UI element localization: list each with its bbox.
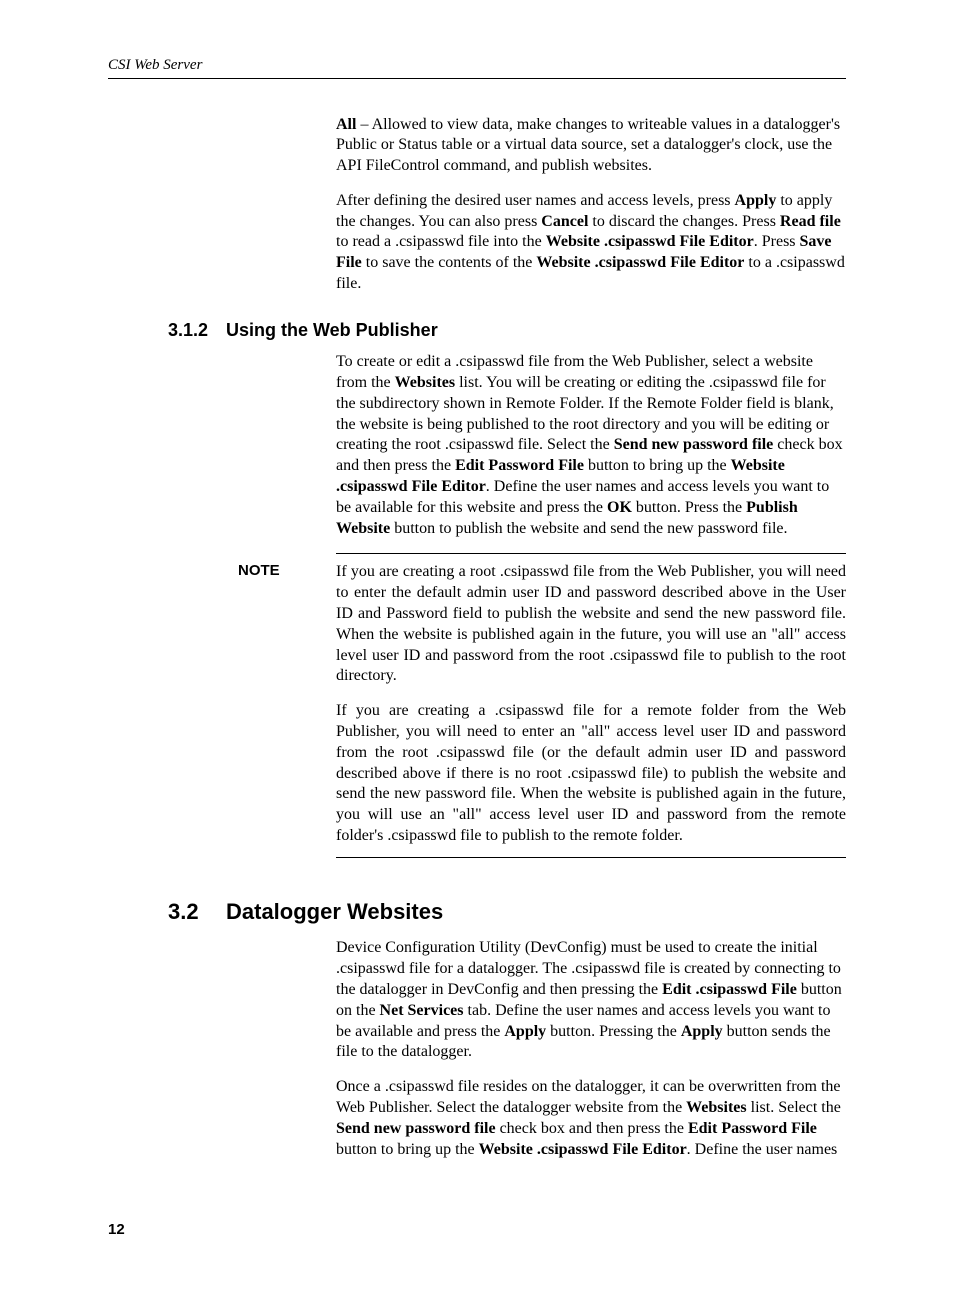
heading-number: 3.1.2 [168, 319, 226, 342]
bold-edit-file: Edit .csipasswd File [662, 981, 797, 998]
heading-title: Datalogger Websites [226, 899, 443, 924]
bold-websites: Websites [395, 374, 455, 391]
bold-edit-pwd: Edit Password File [455, 457, 584, 474]
text: check box and then press the [496, 1120, 688, 1137]
heading-number: 3.2 [168, 898, 226, 927]
bold-apply2: Apply [681, 1023, 723, 1040]
text: – Allowed to view data, make changes to … [336, 116, 840, 175]
note-paragraph-1: If you are creating a root .csipasswd fi… [336, 562, 846, 687]
bold-send-new: Send new password file [336, 1120, 496, 1137]
bold-editor: Website .csipasswd File Editor [546, 233, 754, 250]
text: to read a .csipasswd file into the [336, 233, 546, 250]
paragraph-dw2: Once a .csipasswd file resides on the da… [336, 1077, 846, 1160]
body-column: All – Allowed to view data, make changes… [336, 115, 846, 295]
body-column: To create or edit a .csipasswd file from… [336, 352, 846, 539]
text: button to bring up the [336, 1141, 479, 1158]
text: . Press [754, 233, 800, 250]
paragraph-after: After defining the desired user names an… [336, 191, 846, 295]
paragraph-web-publisher: To create or edit a .csipasswd file from… [336, 352, 846, 539]
text: button to publish the website and send t… [390, 520, 787, 537]
bold-editor: Website .csipasswd File Editor [479, 1141, 687, 1158]
note-paragraph-2: If you are creating a .csipasswd file fo… [336, 701, 846, 847]
text: . Define the user names [687, 1141, 838, 1158]
page-number: 12 [108, 1220, 846, 1240]
text: button. Pressing the [546, 1023, 681, 1040]
bold-ok: OK [607, 499, 632, 516]
running-header: CSI Web Server [108, 56, 846, 79]
paragraph-all: All – Allowed to view data, make changes… [336, 115, 846, 177]
bold-net-services: Net Services [380, 1002, 464, 1019]
paragraph-dw1: Device Configuration Utility (DevConfig)… [336, 938, 846, 1063]
text: to discard the changes. Press [588, 213, 780, 230]
text: button to bring up the [584, 457, 731, 474]
body-column: Device Configuration Utility (DevConfig)… [336, 938, 846, 1160]
page: CSI Web Server All – Allowed to view dat… [0, 0, 954, 1296]
bold-apply: Apply [504, 1023, 546, 1040]
note-label: NOTE [238, 561, 280, 581]
text: After defining the desired user names an… [336, 192, 735, 209]
bold-cancel: Cancel [541, 213, 588, 230]
bold-send-new: Send new password file [614, 436, 774, 453]
heading-3-1-2: 3.1.2Using the Web Publisher [168, 319, 846, 342]
bold-editor2: Website .csipasswd File Editor [536, 254, 744, 271]
bold-edit-pwd: Edit Password File [688, 1120, 817, 1137]
text: button. Press the [632, 499, 746, 516]
heading-3-2: 3.2Datalogger Websites [168, 898, 846, 927]
bold-apply: Apply [735, 192, 777, 209]
bold-all: All [336, 116, 356, 133]
text: list. Select the [747, 1099, 841, 1116]
bold-websites: Websites [686, 1099, 746, 1116]
bold-read-file: Read file [780, 213, 841, 230]
heading-title: Using the Web Publisher [226, 320, 438, 340]
note-block: If you are creating a root .csipasswd fi… [336, 553, 846, 857]
text: to save the contents of the [362, 254, 537, 271]
